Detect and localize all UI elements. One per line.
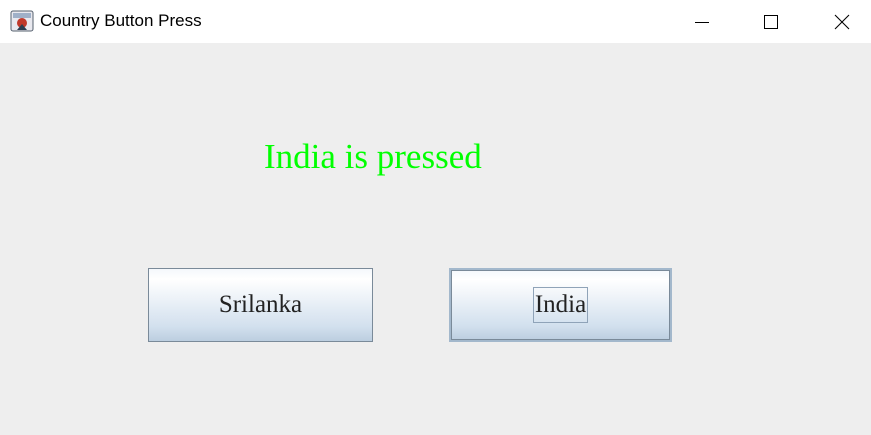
india-button[interactable]: India [449, 268, 672, 342]
maximize-button[interactable] [748, 0, 794, 43]
close-icon [834, 14, 850, 30]
maximize-icon [763, 14, 779, 30]
minimize-icon [694, 14, 710, 30]
title-bar[interactable]: Country Button Press [0, 0, 871, 43]
srilanka-button[interactable]: Srilanka [148, 268, 373, 342]
srilanka-button-label: Srilanka [218, 291, 303, 318]
window-title: Country Button Press [40, 11, 202, 30]
java-icon [10, 9, 34, 33]
india-button-label: India [532, 287, 589, 323]
minimize-button[interactable] [679, 0, 725, 43]
close-button[interactable] [819, 0, 865, 43]
app-window: Country Button Press India is pressed Sr… [0, 0, 871, 435]
status-label: India is pressed [264, 137, 482, 176]
